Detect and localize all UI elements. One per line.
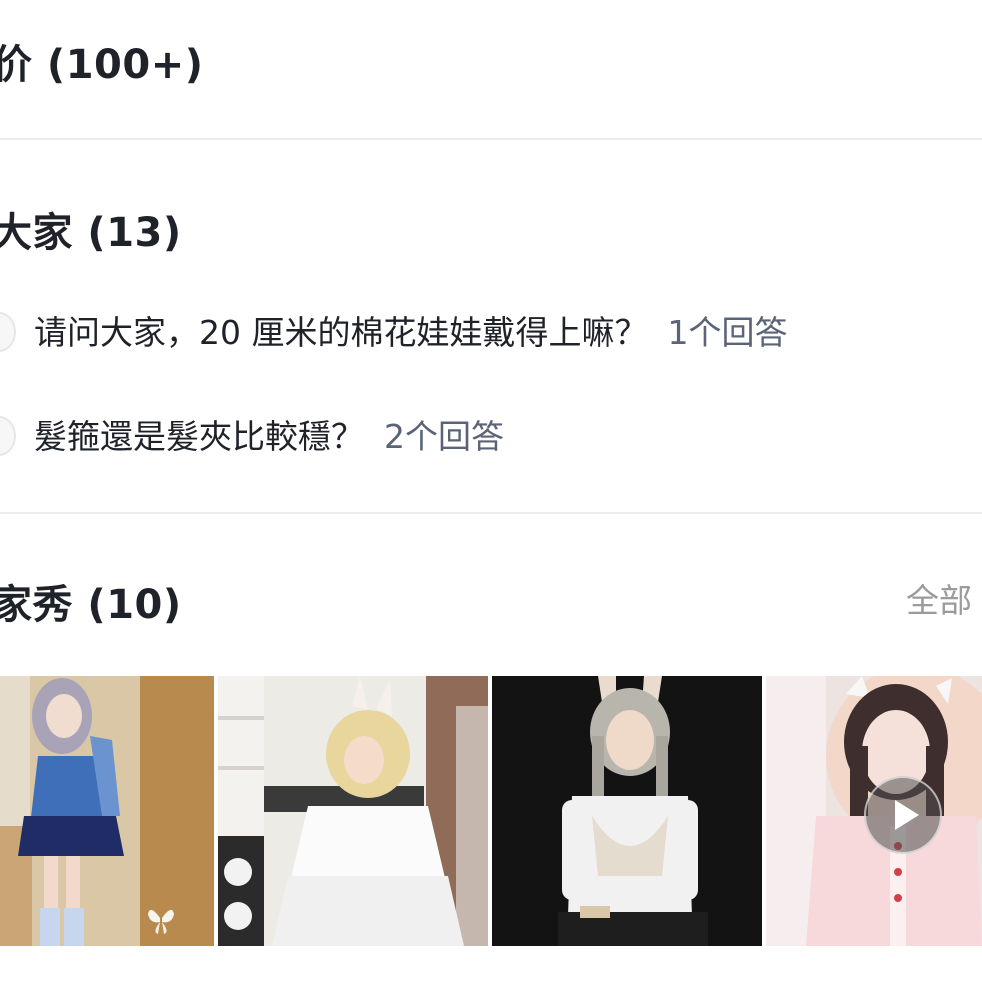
avatar	[0, 312, 16, 352]
see-all-link[interactable]: 全部	[906, 574, 972, 622]
question-text: 请问大家，20 厘米的棉花娃娃戴得上嘛？	[34, 313, 648, 352]
divider	[0, 138, 982, 140]
buyer-photo[interactable]	[492, 676, 762, 946]
ask-section-title[interactable]: 大家 (13)	[0, 200, 182, 258]
buyer-show-title[interactable]: 家秀 (10)	[0, 572, 182, 630]
question-text: 髮箍還是髮夾比較穩？	[34, 417, 364, 456]
avatar	[0, 416, 16, 456]
question-item[interactable]: 请问大家，20 厘米的棉花娃娃戴得上嘛？ 1个回答	[0, 300, 787, 360]
buyer-photo[interactable]	[766, 676, 982, 946]
answer-count: 2个回答	[384, 417, 504, 456]
buyer-photo[interactable]	[0, 676, 214, 946]
question-item[interactable]: 髮箍還是髮夾比較穩？ 2个回答	[0, 404, 504, 464]
play-icon[interactable]	[864, 776, 942, 854]
answer-count: 1个回答	[667, 313, 788, 352]
buyer-photo[interactable]	[218, 676, 488, 946]
reviews-title[interactable]: 价 (100+)	[0, 32, 204, 90]
divider	[0, 512, 982, 514]
